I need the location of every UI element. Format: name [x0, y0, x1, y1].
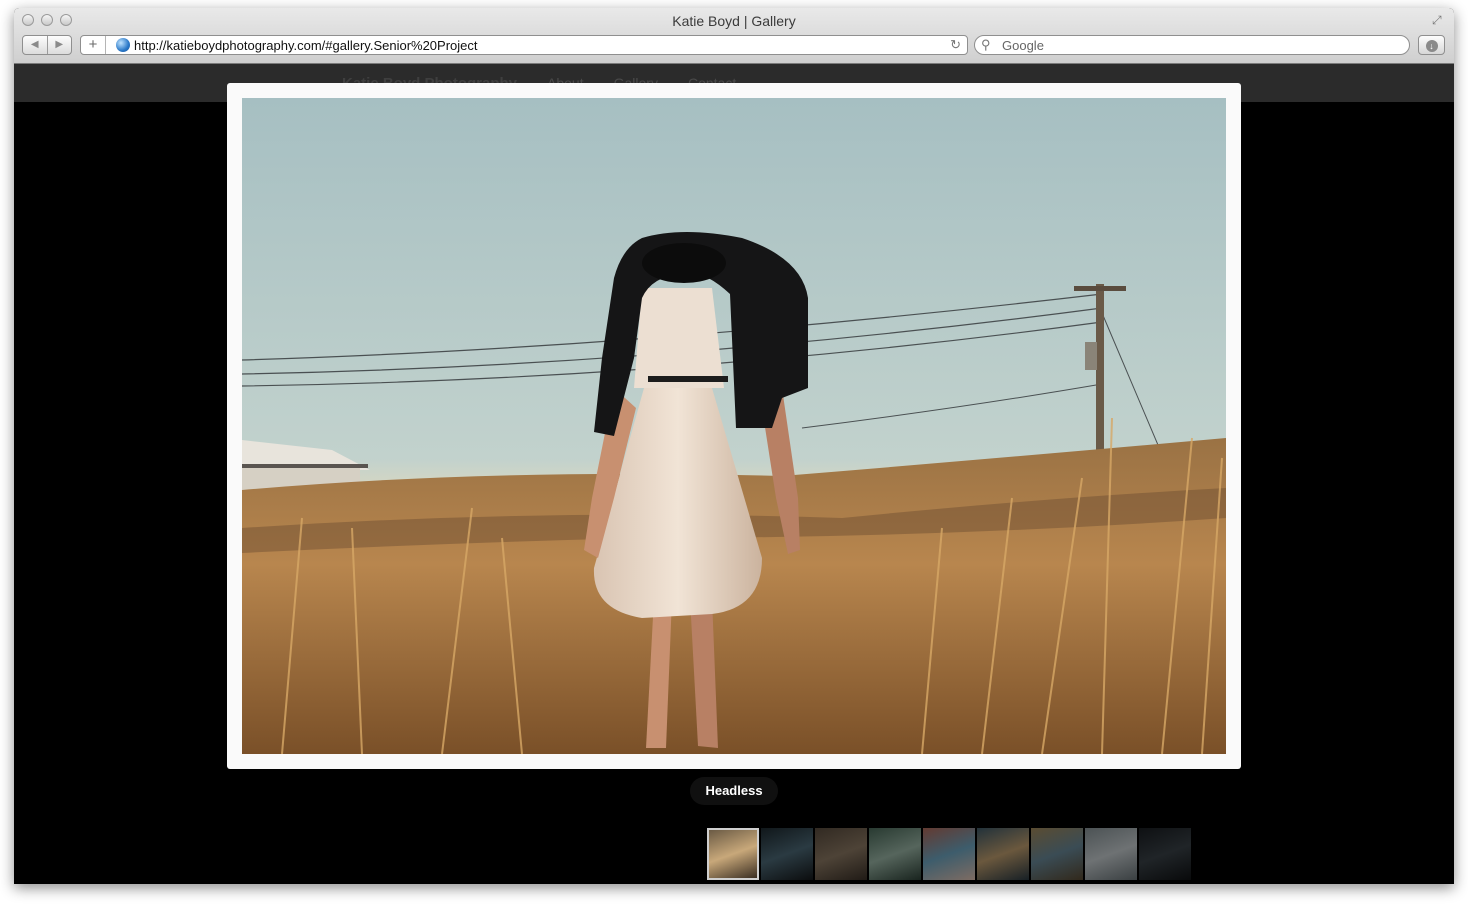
globe-icon: [116, 38, 130, 52]
thumbnail-thumb-8[interactable]: [1085, 828, 1137, 880]
forward-button[interactable]: ▶: [48, 36, 72, 54]
browser-toolbar: Katie Boyd | Gallery ⤢ ◀ ▶ + http://kati…: [14, 8, 1454, 64]
photo-caption: Headless: [690, 777, 778, 805]
page-content: Katie Boyd Photography About Gallery Con…: [14, 64, 1454, 884]
reload-icon[interactable]: ↻: [950, 37, 961, 53]
back-button[interactable]: ◀: [23, 36, 48, 54]
url-field[interactable]: http://katieboydphotography.com/#gallery…: [134, 38, 478, 53]
thumbnail-thumb-6[interactable]: [977, 828, 1029, 880]
fullscreen-icon[interactable]: ⤢: [1432, 14, 1444, 26]
thumbnail-thumb-3[interactable]: [815, 828, 867, 880]
thumbnail-thumb-5[interactable]: [923, 828, 975, 880]
search-icon: ⚲: [981, 37, 991, 52]
add-bookmark-button[interactable]: +: [81, 36, 106, 54]
window-title: Katie Boyd | Gallery: [672, 13, 796, 29]
search-placeholder: Google: [1002, 38, 1044, 53]
thumbnail-thumb-9[interactable]: [1139, 828, 1191, 880]
thumbnail-thumb-4[interactable]: [869, 828, 921, 880]
lightbox-frame: [227, 83, 1241, 769]
thumbnail-headless[interactable]: [707, 828, 759, 880]
address-bar[interactable]: + http://katieboydphotography.com/#galle…: [80, 35, 968, 55]
thumbnail-strip: [707, 828, 1191, 880]
thumbnail-thumb-7[interactable]: [1031, 828, 1083, 880]
gallery-photo[interactable]: [242, 98, 1226, 754]
download-icon: ↓: [1425, 40, 1438, 52]
thumbnail-thumb-2[interactable]: [761, 828, 813, 880]
history-buttons: ◀ ▶: [22, 35, 72, 55]
downloads-button[interactable]: ↓: [1418, 35, 1445, 55]
search-field[interactable]: ⚲ Google: [974, 35, 1410, 55]
browser-window: Katie Boyd | Gallery ⤢ ◀ ▶ + http://kati…: [14, 8, 1454, 884]
